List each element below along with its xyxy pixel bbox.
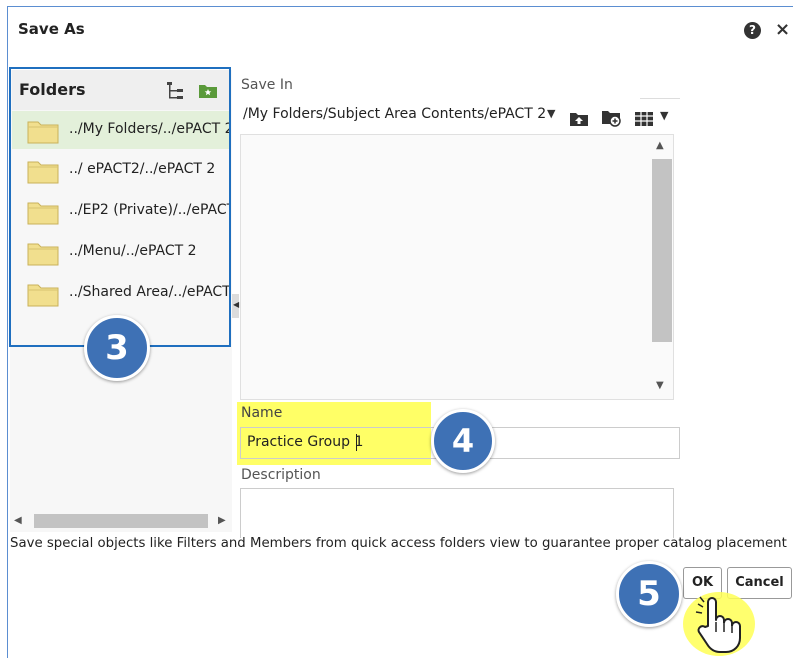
description-label: Description [241,467,321,483]
collapse-arrow-icon[interactable]: ◀ [233,300,239,309]
scroll-down-icon[interactable]: ▼ [656,380,664,391]
text-cursor [356,434,357,451]
step-badge-4: 4 [431,409,495,473]
hand-pointer-icon [695,596,741,653]
dialog-title: Save As [18,20,85,38]
catalog-list[interactable] [240,134,674,400]
step-badge-5: 5 [616,561,682,627]
view-options-icon[interactable] [634,110,654,127]
horizontal-scrollbar[interactable]: ◀ ▶ [10,512,232,530]
toolbar-divider [640,98,680,99]
cancel-button[interactable]: Cancel [727,567,792,599]
save-in-label: Save In [241,77,293,93]
question-circle-icon[interactable]: ? [744,22,761,39]
callout-frame-folders [9,67,231,347]
name-input-value[interactable]: Practice Group 1 [247,434,363,450]
new-folder-icon[interactable] [601,108,622,128]
scrollbar-thumb[interactable] [652,159,672,342]
scroll-right-icon[interactable]: ▶ [218,515,226,526]
vertical-scrollbar[interactable]: ▲ ▼ [652,137,672,397]
name-label: Name [241,405,283,421]
chevron-down-icon[interactable]: ▼ [660,109,668,122]
close-icon[interactable]: × [775,19,790,40]
scroll-up-icon[interactable]: ▲ [656,140,664,151]
description-input[interactable] [240,488,674,538]
placement-hint: Save special objects like Filters and Me… [10,536,787,551]
scroll-left-icon[interactable]: ◀ [14,515,22,526]
scrollbar-thumb[interactable] [34,514,208,528]
folder-up-icon[interactable] [569,110,589,127]
chevron-down-icon[interactable]: ▼ [547,107,555,120]
step-badge-3: 3 [84,315,150,381]
pane-splitter[interactable]: ◀ [232,294,239,318]
save-in-path: /My Folders/Subject Area Contents/ePACT … [243,106,547,122]
